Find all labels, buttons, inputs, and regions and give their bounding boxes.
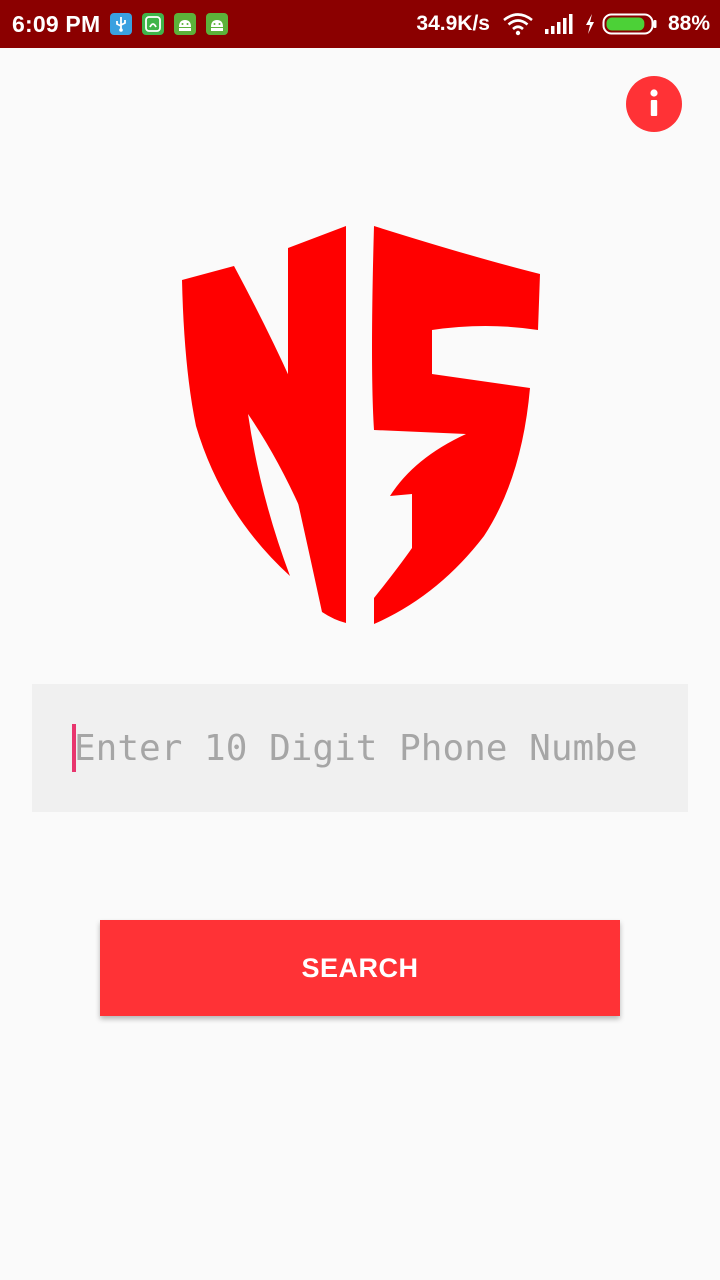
battery-icon xyxy=(602,12,658,36)
signal-icon xyxy=(544,13,574,35)
network-speed: 34.9K/s xyxy=(416,12,490,35)
logo-s-shape xyxy=(372,226,540,624)
android-icon xyxy=(174,13,197,35)
android-icon xyxy=(206,13,229,35)
charging-icon xyxy=(584,13,596,35)
status-time: 6:09 PM xyxy=(12,10,101,37)
saavn-icon xyxy=(142,13,165,35)
battery-percent: 88% xyxy=(667,12,710,35)
phone-number-input[interactable] xyxy=(74,714,654,782)
info-button[interactable] xyxy=(626,76,682,132)
app-screen: 6:09 PM 34.9K/s 88% Enter 10 Digit Phone… xyxy=(0,0,720,1280)
status-bar: 6:09 PM 34.9K/s 88% xyxy=(0,0,720,48)
info-icon xyxy=(650,89,658,116)
app-logo xyxy=(176,218,548,630)
phone-number-field[interactable] xyxy=(32,684,688,812)
wifi-icon xyxy=(502,12,534,36)
search-button[interactable]: SEARCH xyxy=(100,920,620,1016)
usb-icon xyxy=(110,13,133,35)
